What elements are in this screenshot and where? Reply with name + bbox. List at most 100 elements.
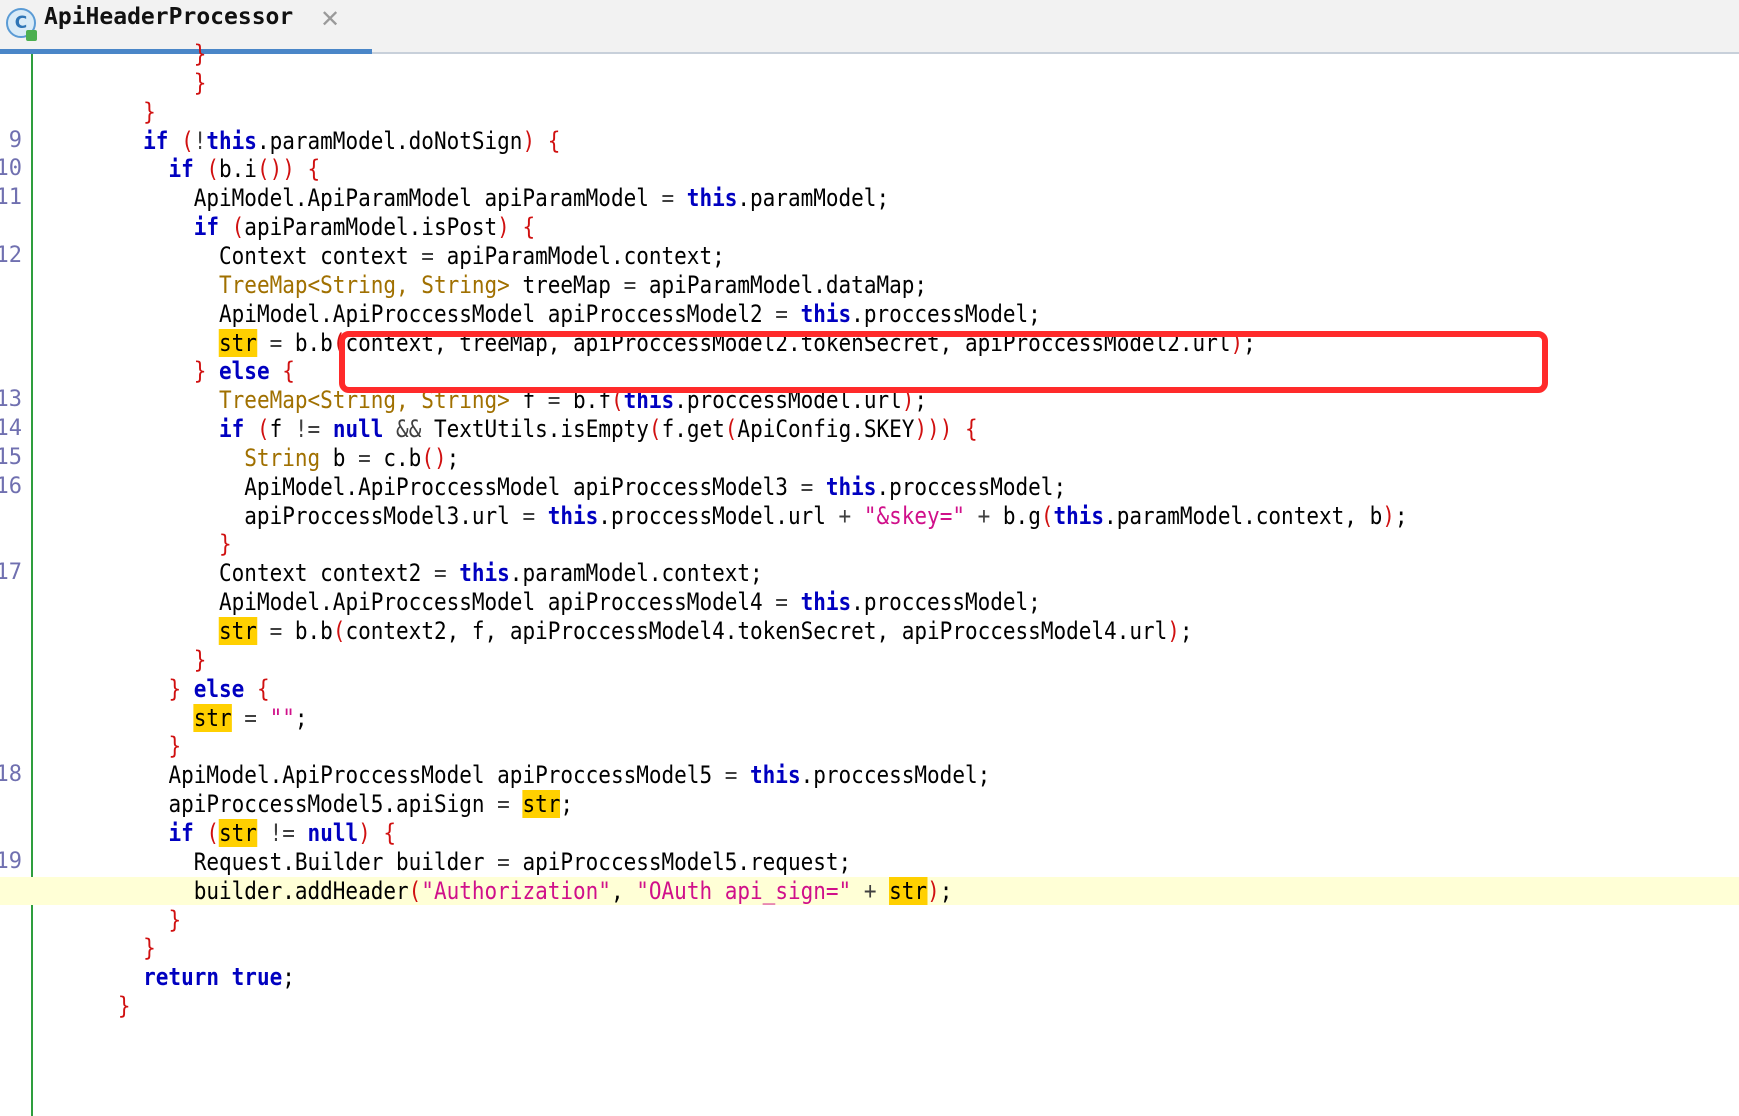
- code-token: }: [143, 934, 156, 963]
- code-line[interactable]: ApiModel.ApiProccessModel apiProccessMod…: [0, 300, 1739, 329]
- code-token: (: [231, 213, 245, 242]
- line-number: 13: [0, 387, 22, 413]
- code-token: =: [421, 241, 434, 270]
- code-token: String: [244, 443, 321, 472]
- code-line[interactable]: 16 ApiModel.ApiProccessModel apiProccess…: [0, 473, 1739, 502]
- code-token: {: [282, 357, 295, 386]
- code-editor[interactable]: } } } 9 if (!this.paramModel.doNotSign) {…: [0, 40, 1739, 1116]
- code-text: }: [42, 530, 232, 559]
- line-number: 9: [8, 127, 22, 153]
- code-token: ;: [1394, 501, 1408, 530]
- code-line[interactable]: TreeMap<String, String> treeMap = apiPar…: [0, 271, 1739, 300]
- code-token: {: [522, 213, 536, 242]
- code-token: (: [332, 328, 346, 357]
- code-token: "Authorization": [421, 876, 611, 905]
- code-token: b.f: [560, 386, 611, 415]
- code-line[interactable]: }: [0, 530, 1739, 559]
- code-line[interactable]: } else {: [0, 675, 1739, 704]
- close-icon[interactable]: ✕: [320, 7, 340, 31]
- code-token: builder.addHeader: [193, 876, 409, 905]
- code-line[interactable]: 19 Request.Builder builder = apiProccess…: [0, 848, 1739, 877]
- code-line[interactable]: 14 if (f != null && TextUtils.isEmpty(f.…: [0, 415, 1739, 444]
- code-line[interactable]: }: [0, 646, 1739, 675]
- code-line[interactable]: }: [0, 906, 1739, 935]
- code-line[interactable]: }: [0, 69, 1739, 98]
- code-text: }: [42, 732, 181, 761]
- code-token: if: [168, 155, 194, 184]
- code-line[interactable]: } else {: [0, 357, 1739, 386]
- highlighted-usage-str: str: [219, 818, 257, 847]
- code-line[interactable]: }: [0, 992, 1739, 1021]
- code-line[interactable]: apiProccessModel3.url = this.proccessMod…: [0, 502, 1739, 531]
- code-token: =: [244, 703, 257, 732]
- code-line[interactable]: 18 ApiModel.ApiProccessModel apiProccess…: [0, 761, 1739, 790]
- code-token: null: [307, 818, 359, 847]
- code-token: =: [269, 617, 283, 645]
- code-text: if (str != null) {: [42, 818, 396, 848]
- code-token: true: [231, 963, 283, 992]
- code-line[interactable]: str = "";: [0, 703, 1739, 733]
- code-text: return true;: [42, 963, 295, 992]
- code-token: ): [358, 818, 371, 847]
- code-line[interactable]: if (str != null) {: [0, 818, 1739, 848]
- line-number: 15: [0, 444, 22, 470]
- code-line[interactable]: apiProccessModel5.apiSign = str;: [0, 790, 1739, 819]
- line-number: 11: [0, 185, 22, 211]
- code-token: c.b: [370, 443, 422, 472]
- code-token: =: [269, 328, 283, 357]
- code-line[interactable]: 17 Context context2 = this.paramModel.co…: [0, 559, 1739, 588]
- code-token: ;: [1243, 328, 1256, 357]
- code-line[interactable]: 9 if (!this.paramModel.doNotSign) {: [0, 127, 1739, 156]
- code-token: !=: [269, 818, 295, 847]
- code-line[interactable]: return true;: [0, 963, 1739, 992]
- code-token: .proccessModel;: [851, 299, 1041, 328]
- code-line[interactable]: 10 if (b.i()) {: [0, 155, 1739, 184]
- code-line[interactable]: }: [0, 98, 1739, 127]
- current-code-line[interactable]: builder.addHeader("Authorization", "OAut…: [0, 876, 1739, 906]
- line-number: 19: [0, 848, 22, 874]
- code-token: apiParamModel.context;: [433, 241, 725, 270]
- highlighted-usage-str: str: [193, 703, 232, 732]
- code-line[interactable]: 15 String b = c.b();: [0, 444, 1739, 473]
- code-line[interactable]: }: [0, 934, 1739, 963]
- code-line[interactable]: if (apiParamModel.isPost) {: [0, 213, 1739, 242]
- code-token: {: [256, 674, 270, 703]
- code-line[interactable]: str = b.b(context, treeMap, apiProccessM…: [0, 328, 1739, 358]
- code-token: =: [497, 847, 510, 876]
- code-token: ApiModel.ApiProccessModel apiProccessMod…: [219, 299, 776, 328]
- code-line[interactable]: ApiModel.ApiProccessModel apiProccessMod…: [0, 588, 1739, 617]
- line-number: 10: [0, 156, 22, 182]
- code-line[interactable]: }: [0, 40, 1739, 69]
- code-line[interactable]: 12 Context context = apiParamModel.conte…: [0, 242, 1739, 271]
- code-line[interactable]: str = b.b(context2, f, apiProccessModel4…: [0, 617, 1739, 646]
- code-token: if: [168, 818, 194, 847]
- code-token: !: [193, 126, 207, 155]
- code-text: } else {: [42, 357, 295, 386]
- code-line[interactable]: 13 TreeMap<String, String> f = b.f(this.…: [0, 386, 1739, 415]
- code-text: str = "";: [42, 703, 308, 733]
- code-token: treeMap: [509, 270, 624, 299]
- code-line[interactable]: 11 ApiModel.ApiParamModel apiParamModel …: [0, 184, 1739, 213]
- code-token: ;: [939, 876, 953, 905]
- code-line[interactable]: }: [0, 732, 1739, 761]
- code-text: Context context2 = this.paramModel.conte…: [42, 559, 763, 588]
